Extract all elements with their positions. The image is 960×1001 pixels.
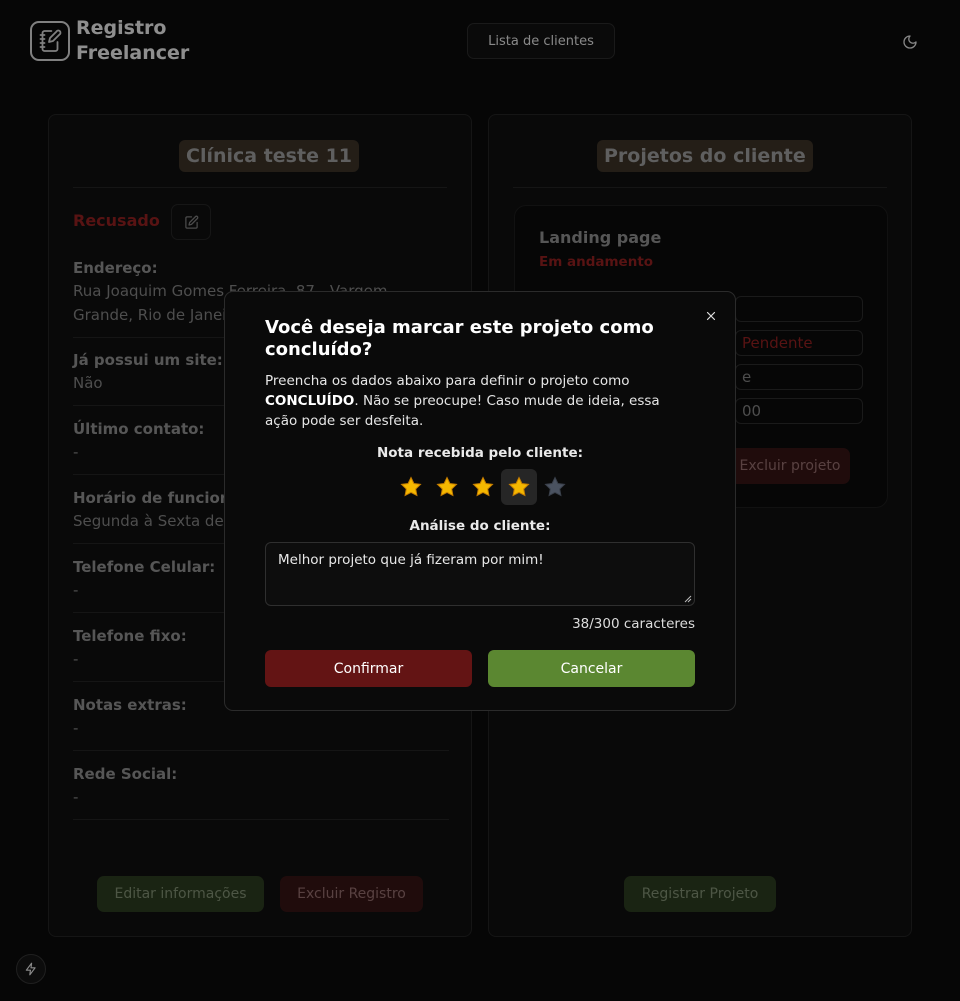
dialog-description-emphasis: CONCLUÍDO (265, 393, 355, 409)
confirm-button[interactable]: Confirmar (265, 650, 472, 687)
analysis-textarea[interactable]: Melhor projeto que já fizeram por mim! (265, 542, 695, 606)
character-counter: 38/300 caracteres (572, 616, 695, 632)
dialog-description: Preencha os dados abaixo para definir o … (265, 371, 685, 431)
star-icon[interactable] (537, 469, 573, 505)
dialog-title: Você deseja marcar este projeto como con… (265, 317, 654, 360)
close-icon[interactable] (703, 308, 719, 324)
analysis-label: Análise do cliente: (409, 518, 551, 534)
star-rating (393, 469, 573, 505)
star-icon[interactable] (429, 469, 465, 505)
star-icon[interactable] (465, 469, 501, 505)
star-icon[interactable] (501, 469, 537, 505)
analysis-text: Melhor projeto que já fizeram por mim! (278, 552, 544, 568)
complete-project-dialog: Você deseja marcar este projeto como con… (224, 291, 736, 711)
rating-label: Nota recebida pelo cliente: (376, 445, 584, 461)
dialog-description-text: Preencha os dados abaixo para definir o … (265, 373, 630, 389)
cancel-button[interactable]: Cancelar (488, 650, 695, 687)
star-icon[interactable] (393, 469, 429, 505)
resize-handle-icon[interactable] (684, 595, 692, 603)
